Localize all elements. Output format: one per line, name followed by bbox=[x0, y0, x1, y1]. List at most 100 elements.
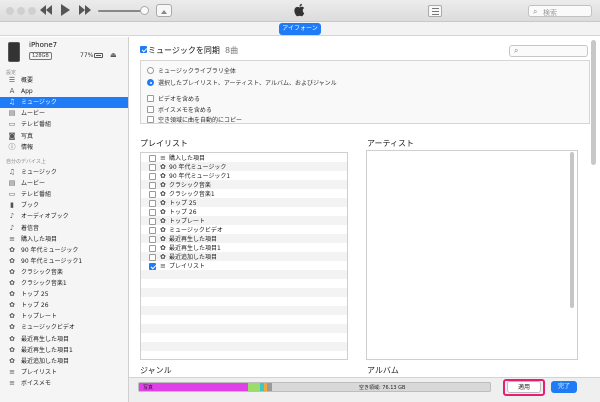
playlist-checkbox[interactable] bbox=[149, 263, 156, 270]
list-stripe bbox=[141, 288, 347, 297]
playlist-checkbox[interactable] bbox=[149, 209, 156, 216]
sidebar-item[interactable]: ✿ 90 年代ミュージック bbox=[0, 245, 128, 256]
info-icon: ⓘ bbox=[8, 142, 16, 151]
tv-icon: ▭ bbox=[8, 120, 16, 129]
playlist-row[interactable]: ✿ ミュージックビデオ bbox=[141, 226, 347, 235]
sidebar-item[interactable]: ♫ ミュージック bbox=[0, 97, 128, 109]
search-icon: ⌕ bbox=[533, 7, 538, 16]
playlist-row[interactable]: ✿ 90 年代ミュージック bbox=[141, 163, 347, 172]
artists-list[interactable] bbox=[366, 150, 578, 360]
airplay-icon[interactable] bbox=[156, 4, 172, 17]
playlist-checkbox[interactable] bbox=[149, 200, 156, 207]
music-search-field[interactable]: ⌕ bbox=[509, 45, 588, 57]
maximize-window-button[interactable] bbox=[28, 7, 36, 15]
sidebar-item[interactable]: ▤ ムービー bbox=[0, 108, 128, 119]
playlist-row[interactable]: ✿ トップ 25 bbox=[141, 199, 347, 208]
search-input[interactable]: ⌕ 検索 bbox=[528, 5, 592, 17]
playlist-checkbox[interactable] bbox=[149, 164, 156, 171]
playlist-row[interactable]: ✿ クラシック音楽 bbox=[141, 181, 347, 190]
music-note-icon: ♫ bbox=[8, 98, 16, 107]
sidebar-item[interactable]: ✿ ミュージックビデオ bbox=[0, 322, 128, 333]
minimize-window-button[interactable] bbox=[17, 7, 25, 15]
playlist-checkbox[interactable] bbox=[149, 218, 156, 225]
sidebar-item[interactable]: ♪ 着信音 bbox=[0, 223, 128, 234]
smart-playlist-icon: ✿ bbox=[160, 253, 166, 261]
playlist-row[interactable]: ≡ プレイリスト bbox=[141, 262, 347, 271]
device-band: アイフォーン bbox=[0, 22, 600, 36]
option-checkbox[interactable] bbox=[147, 106, 154, 113]
playlist-row[interactable]: ✿ 最近追加した項目 bbox=[141, 253, 347, 262]
sidebar-item[interactable]: ≡ ボイスメモ bbox=[0, 378, 128, 389]
playlist-row[interactable]: ✿ クラシック音楽1 bbox=[141, 190, 347, 199]
sidebar-item[interactable]: ♪ オーディオブック bbox=[0, 211, 128, 222]
sidebar-item-label: 情報 bbox=[21, 143, 34, 151]
sidebar-item[interactable]: ✿ クラシック音楽1 bbox=[0, 278, 128, 289]
option-checkbox[interactable] bbox=[147, 95, 154, 102]
playlist-checkbox[interactable] bbox=[149, 227, 156, 234]
sidebar-item[interactable]: ✿ トップ 26 bbox=[0, 300, 128, 311]
camera-icon: ◙ bbox=[8, 131, 16, 140]
sidebar-item[interactable]: ⓘ 情報 bbox=[0, 142, 128, 153]
option-checkbox[interactable] bbox=[147, 116, 154, 123]
playlist-row[interactable]: ≡ 購入した項目 bbox=[141, 154, 347, 163]
playlist-row[interactable]: ✿ 90 年代ミュージック1 bbox=[141, 172, 347, 181]
audiobook-icon: ♪ bbox=[9, 212, 15, 221]
sidebar-item[interactable]: ▭ テレビ番組 bbox=[0, 119, 128, 130]
sidebar-item-label: ブック bbox=[21, 202, 40, 210]
rewind-icon[interactable] bbox=[40, 4, 53, 19]
playlist-checkbox[interactable] bbox=[149, 155, 156, 162]
device-tab[interactable]: アイフォーン bbox=[279, 23, 321, 35]
sidebar-item[interactable]: ✿ 最近追加した項目 bbox=[0, 356, 128, 367]
sidebar-item[interactable]: ▮ ブック bbox=[0, 200, 128, 211]
playlist-row[interactable]: ✿ 最近再生した項目 bbox=[141, 235, 347, 244]
sidebar-item[interactable]: ✿ 最近再生した項目 bbox=[0, 334, 128, 345]
playlist-label: 購入した項目 bbox=[169, 155, 206, 162]
done-button[interactable]: 完了 bbox=[551, 381, 577, 393]
artists-scrollbar[interactable] bbox=[570, 152, 574, 308]
option-label: ビデオを含める bbox=[158, 96, 201, 103]
playlist-row[interactable]: ✿ トップレート bbox=[141, 217, 347, 226]
playlist-label: 最近追加した項目 bbox=[169, 254, 218, 261]
title-bar: ⌕ 検索 bbox=[0, 0, 600, 22]
sidebar-item-label: オーディオブック bbox=[21, 213, 69, 221]
playlist-checkbox[interactable] bbox=[149, 182, 156, 189]
sidebar-item[interactable]: ≡ プレイリスト bbox=[0, 367, 128, 378]
sidebar-item[interactable]: ≡ 購入した項目 bbox=[0, 234, 128, 245]
sync-scope-radio[interactable] bbox=[147, 79, 154, 86]
smart-playlist-icon: ✿ bbox=[160, 226, 166, 234]
playlists-list[interactable]: ≡ 購入した項目 ✿ 90 年代ミュージック ✿ 90 年代ミュージック1 ✿ クラシック音楽… bbox=[140, 152, 348, 360]
sidebar-item[interactable]: ✿ トップ 25 bbox=[0, 289, 128, 300]
playlist-checkbox[interactable] bbox=[149, 191, 156, 198]
smart-playlist-icon: ✿ bbox=[160, 172, 166, 180]
sidebar-item[interactable]: ☰ 概要 bbox=[0, 75, 128, 86]
playlist-checkbox[interactable] bbox=[149, 245, 156, 252]
sidebar-item[interactable]: ✿ 90 年代ミュージック1 bbox=[0, 256, 128, 267]
volume-slider[interactable] bbox=[98, 10, 144, 12]
sidebar-item[interactable]: A App bbox=[0, 86, 128, 97]
sync-scope-radio[interactable] bbox=[147, 67, 154, 74]
volume-knob[interactable] bbox=[140, 6, 149, 15]
eject-icon[interactable]: ⏏ bbox=[110, 51, 117, 59]
sidebar-item-label: ボイスメモ bbox=[21, 379, 51, 387]
battery-icon bbox=[94, 53, 103, 58]
smart-playlist-icon: ✿ bbox=[160, 208, 166, 216]
sidebar-item[interactable]: ▭ テレビ番組 bbox=[0, 189, 128, 200]
sidebar-item[interactable]: ◙ 写真 bbox=[0, 131, 128, 142]
sidebar-item[interactable]: ♫ ミュージック bbox=[0, 167, 128, 178]
playlist-checkbox[interactable] bbox=[149, 254, 156, 261]
playlist-label: 最近再生した項目 bbox=[169, 236, 218, 243]
sync-music-checkbox[interactable] bbox=[140, 46, 147, 53]
close-window-button[interactable] bbox=[6, 7, 14, 15]
playlist-checkbox[interactable] bbox=[149, 173, 156, 180]
playlist-row[interactable]: ✿ 最近再生した項目1 bbox=[141, 244, 347, 253]
fast-forward-icon[interactable] bbox=[78, 4, 91, 19]
sidebar-item[interactable]: ✿ 最近再生した項目1 bbox=[0, 345, 128, 356]
playlist-checkbox[interactable] bbox=[149, 236, 156, 243]
list-view-icon[interactable] bbox=[428, 5, 442, 17]
playlist-row[interactable]: ✿ トップ 26 bbox=[141, 208, 347, 217]
play-icon[interactable] bbox=[60, 4, 70, 19]
sidebar-item[interactable]: ▤ ムービー bbox=[0, 178, 128, 189]
sidebar-item[interactable]: ✿ トップレート bbox=[0, 311, 128, 322]
sidebar-item[interactable]: ✿ クラシック音楽 bbox=[0, 267, 128, 278]
main-scrollbar[interactable] bbox=[591, 40, 596, 165]
